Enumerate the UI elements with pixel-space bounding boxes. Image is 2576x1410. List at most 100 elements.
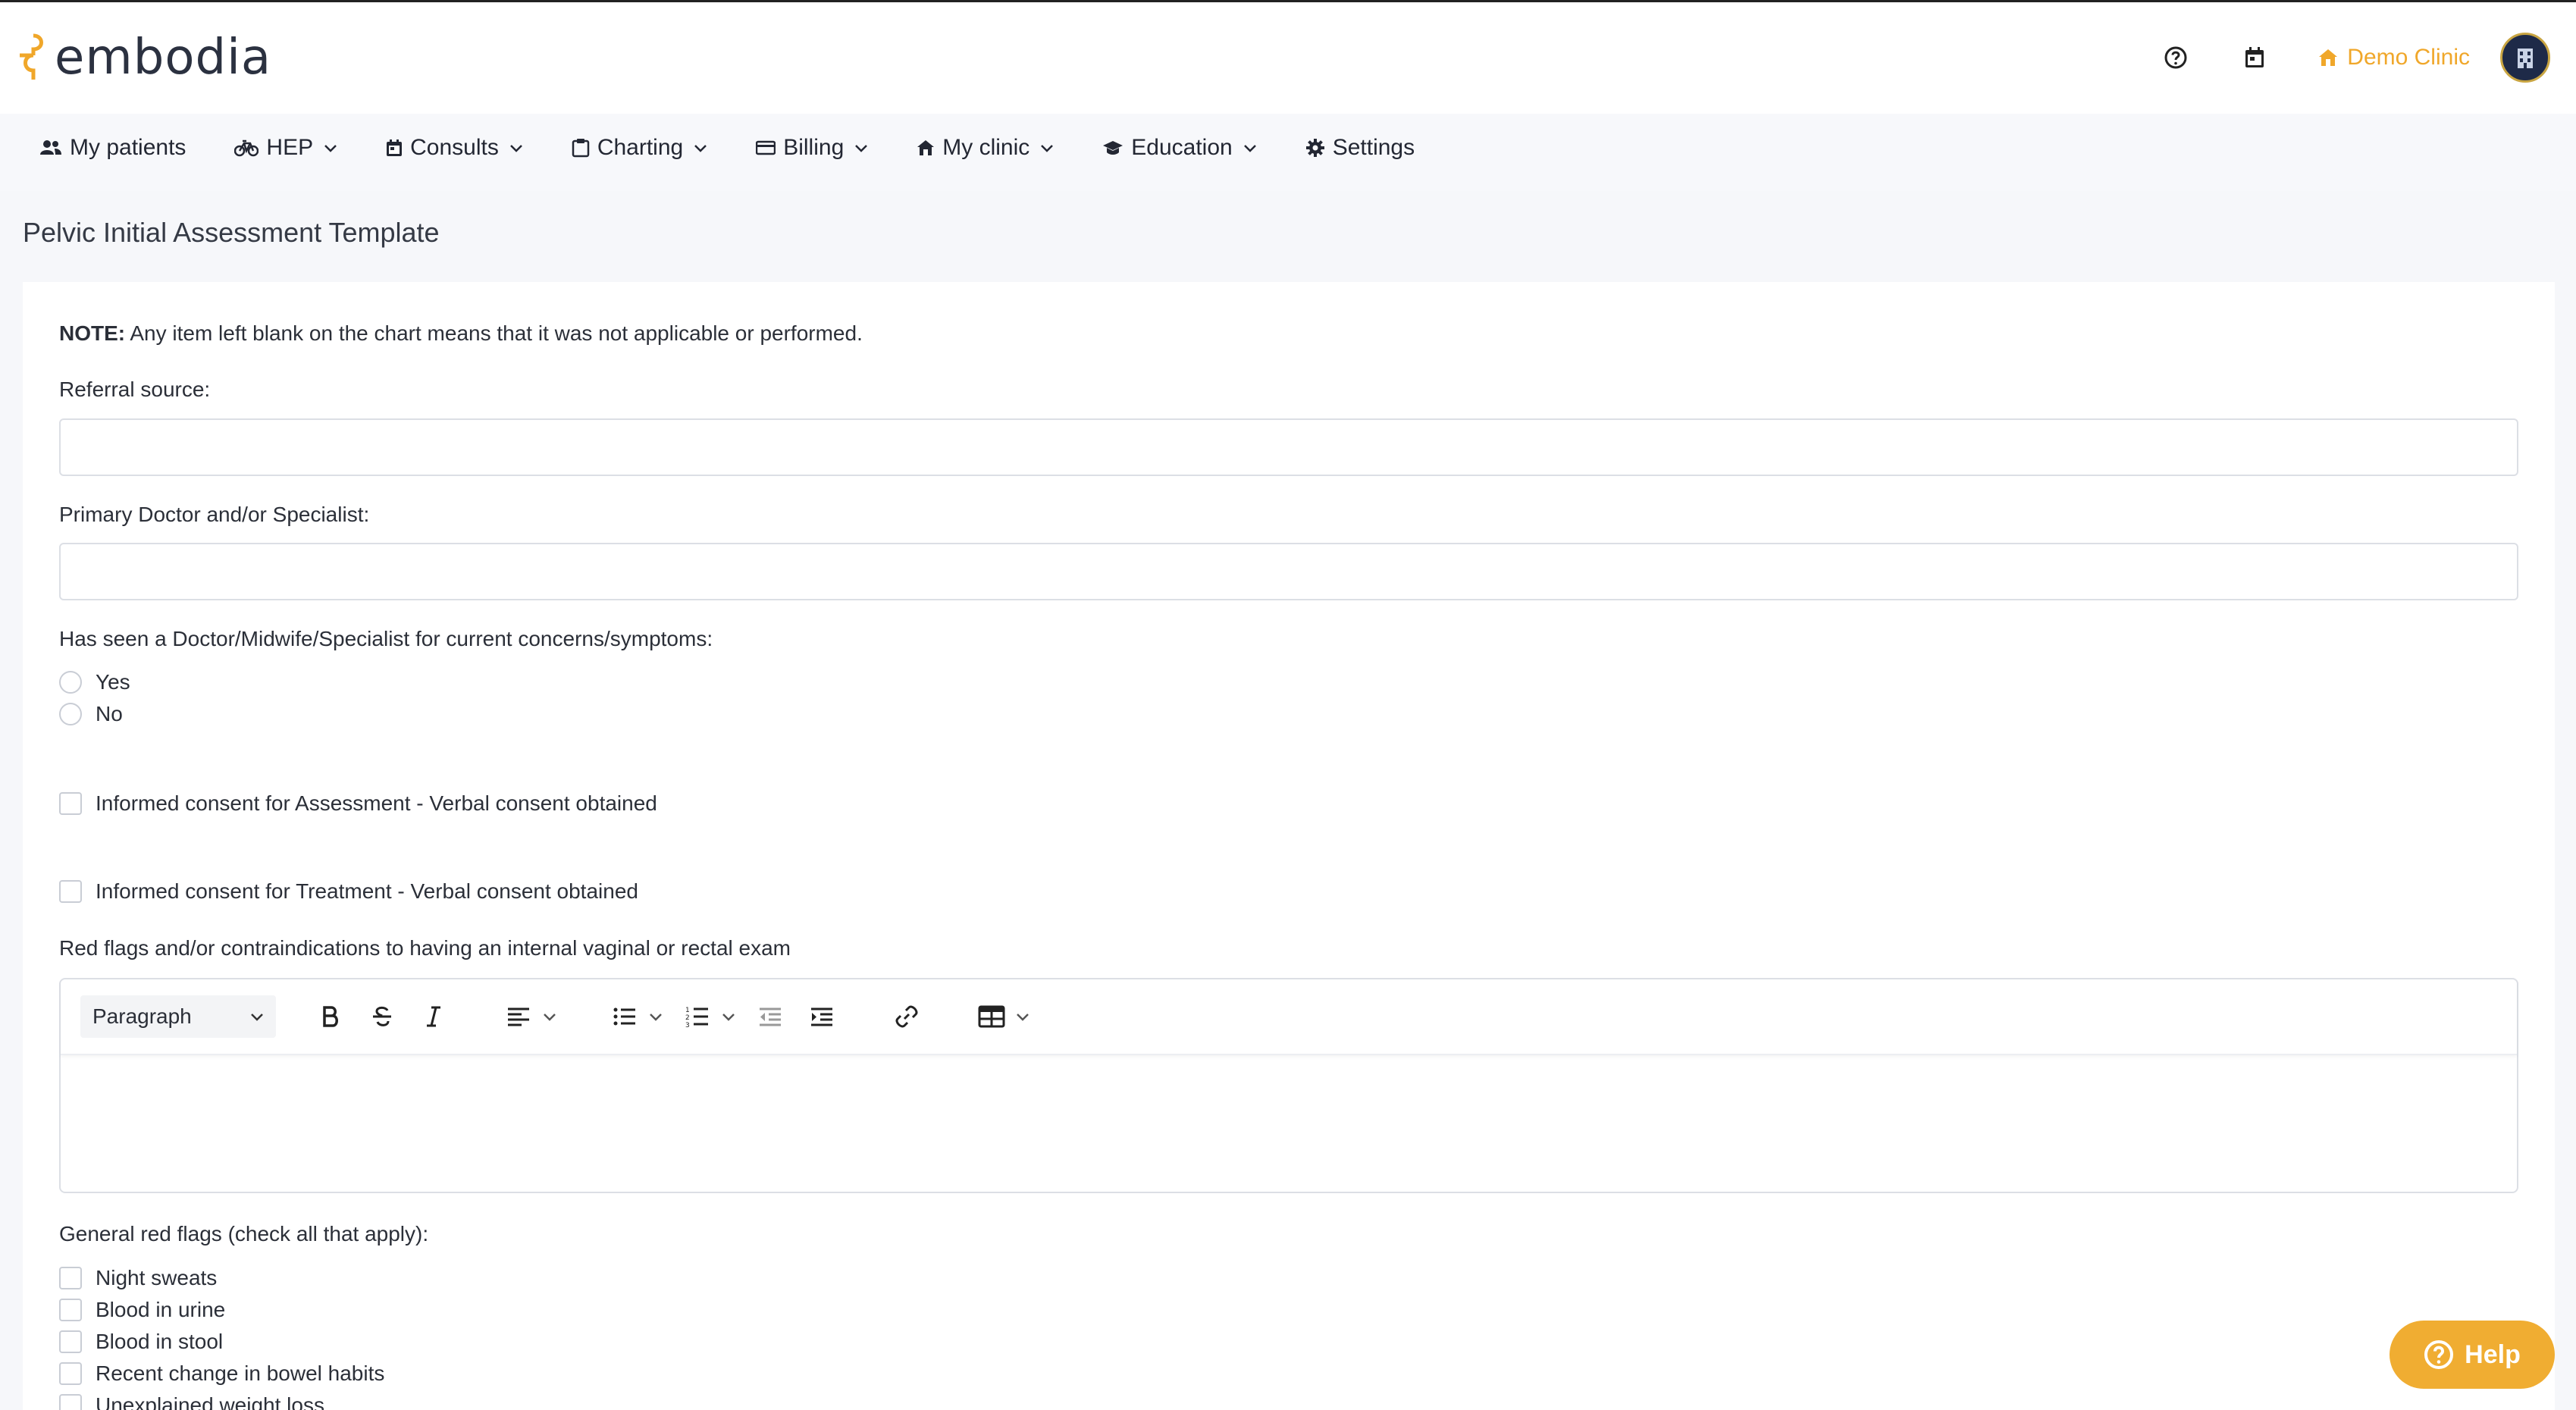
nav-label: My patients [70,135,186,160]
strikethrough-icon[interactable] [364,998,400,1035]
checkbox[interactable] [59,1330,82,1353]
flag-night-sweats[interactable]: Night sweats [59,1266,217,1290]
svg-text:3: 3 [685,1022,690,1028]
checkbox[interactable] [59,1394,82,1410]
clipboard-icon [572,138,590,158]
referral-input[interactable] [59,418,2518,476]
clinic-selector[interactable]: Demo Clinic [2318,45,2470,70]
checkbox[interactable] [59,880,82,903]
question-circle-icon[interactable] [2161,42,2191,73]
credit-card-icon [756,140,776,155]
radio-button[interactable] [59,703,82,725]
nav-my-clinic[interactable]: My clinic [917,135,1054,161]
radio-label: No [96,702,123,725]
nav-label: My clinic [942,135,1030,160]
logo-wordmark: embodia [55,30,272,86]
nav-charting[interactable]: Charting [572,135,707,161]
chevron-down-icon [251,1014,263,1021]
seen-option-yes[interactable]: Yes [59,670,130,694]
general-red-flags-label: General red flags (check all that apply)… [59,1222,429,1246]
embodia-logo[interactable]: embodia [15,30,272,86]
help-button[interactable]: Help [2390,1321,2555,1389]
doctor-input[interactable] [59,543,2518,600]
bulleted-list-icon[interactable] [606,998,643,1035]
nav-settings[interactable]: Settings [1305,135,1415,161]
italic-icon[interactable] [415,998,452,1035]
home-icon [2319,49,2338,66]
checkbox-label: Recent change in bowel habits [96,1361,385,1385]
home-icon [917,139,935,156]
checkbox[interactable] [59,792,82,815]
nav-my-patients[interactable]: My patients [39,135,186,161]
checkbox[interactable] [59,1362,82,1385]
checkbox-label: Informed consent for Assessment - Verbal… [96,791,657,815]
checkbox-label: Unexplained weight loss [96,1393,324,1410]
checkbox-label: Informed consent for Treatment - Verbal … [96,879,638,903]
gear-icon [1305,138,1325,158]
users-icon [39,139,62,156]
checkbox-label: Blood in stool [96,1330,224,1353]
nav-label: HEP [266,135,314,160]
flag-blood-in-urine[interactable]: Blood in urine [59,1298,225,1322]
red-flags-label: Red flags and/or contraindications to ha… [59,936,791,960]
svg-text:2: 2 [685,1014,690,1022]
align-left-icon[interactable] [500,998,537,1035]
nav-billing[interactable]: Billing [756,135,868,161]
checkbox-label: Night sweats [96,1266,218,1289]
calendar-icon[interactable] [2239,42,2270,73]
outdent-icon[interactable] [752,998,788,1035]
rich-text-editor: Paragraph 123 [59,978,2518,1193]
consent-treatment-checkbox[interactable]: Informed consent for Treatment - Verbal … [59,879,638,904]
note-prefix: NOTE: [59,321,126,345]
chevron-down-icon [854,143,868,152]
chevron-down-icon[interactable] [647,1012,664,1021]
flag-bowel-change[interactable]: Recent change in bowel habits [59,1361,384,1386]
svg-text:1: 1 [685,1007,690,1014]
link-icon[interactable] [888,998,925,1035]
nav-consults[interactable]: Consults [386,135,523,161]
editor-content-area[interactable] [61,1057,2517,1192]
clinic-building-icon [2518,49,2533,68]
calendar-icon [386,139,403,157]
nav-education[interactable]: Education [1102,135,1256,161]
nav-hep[interactable]: HEP [234,135,337,161]
nav-label: Charting [597,135,684,160]
checkbox[interactable] [59,1267,82,1289]
radio-button[interactable] [59,671,82,694]
bicycle-icon [234,139,259,157]
note-text: NOTE: Any item left blank on the chart m… [59,321,863,346]
nav-label: Consults [410,135,499,160]
checkbox[interactable] [59,1299,82,1321]
chevron-down-icon [1040,143,1054,152]
consent-assessment-checkbox[interactable]: Informed consent for Assessment - Verbal… [59,791,657,816]
nav-label: Billing [783,135,845,160]
chevron-down-icon[interactable] [1014,1012,1031,1021]
nav-label: Education [1131,135,1233,160]
avatar[interactable] [2500,33,2550,83]
editor-toolbar: Paragraph 123 [61,979,2517,1055]
chevron-down-icon[interactable] [720,1012,737,1021]
chevron-down-icon [1243,143,1257,152]
note-body: Any item left blank on the chart means t… [125,321,863,345]
numbered-list-icon[interactable]: 123 [679,998,716,1035]
doctor-label: Primary Doctor and/or Specialist: [59,503,370,526]
chevron-down-icon [324,143,337,152]
page-title: Pelvic Initial Assessment Template [23,217,440,248]
chevron-down-icon[interactable] [541,1012,558,1021]
table-icon[interactable] [973,998,1010,1035]
clinic-name: Demo Clinic [2347,45,2470,70]
chevron-down-icon [509,143,523,152]
nav-label: Settings [1332,135,1415,160]
flag-weight-loss[interactable]: Unexplained weight loss [59,1393,324,1410]
question-circle-icon [2424,1340,2454,1369]
checkbox-label: Blood in urine [96,1298,226,1321]
radio-label: Yes [96,670,130,694]
bold-icon[interactable] [312,998,349,1035]
indent-icon[interactable] [804,998,840,1035]
paragraph-format-select[interactable]: Paragraph [80,995,276,1038]
graduation-cap-icon [1102,139,1123,156]
flag-blood-in-stool[interactable]: Blood in stool [59,1330,223,1354]
logo-mark-icon [20,33,43,80]
seen-option-no[interactable]: No [59,702,123,726]
chevron-down-icon [694,143,707,152]
